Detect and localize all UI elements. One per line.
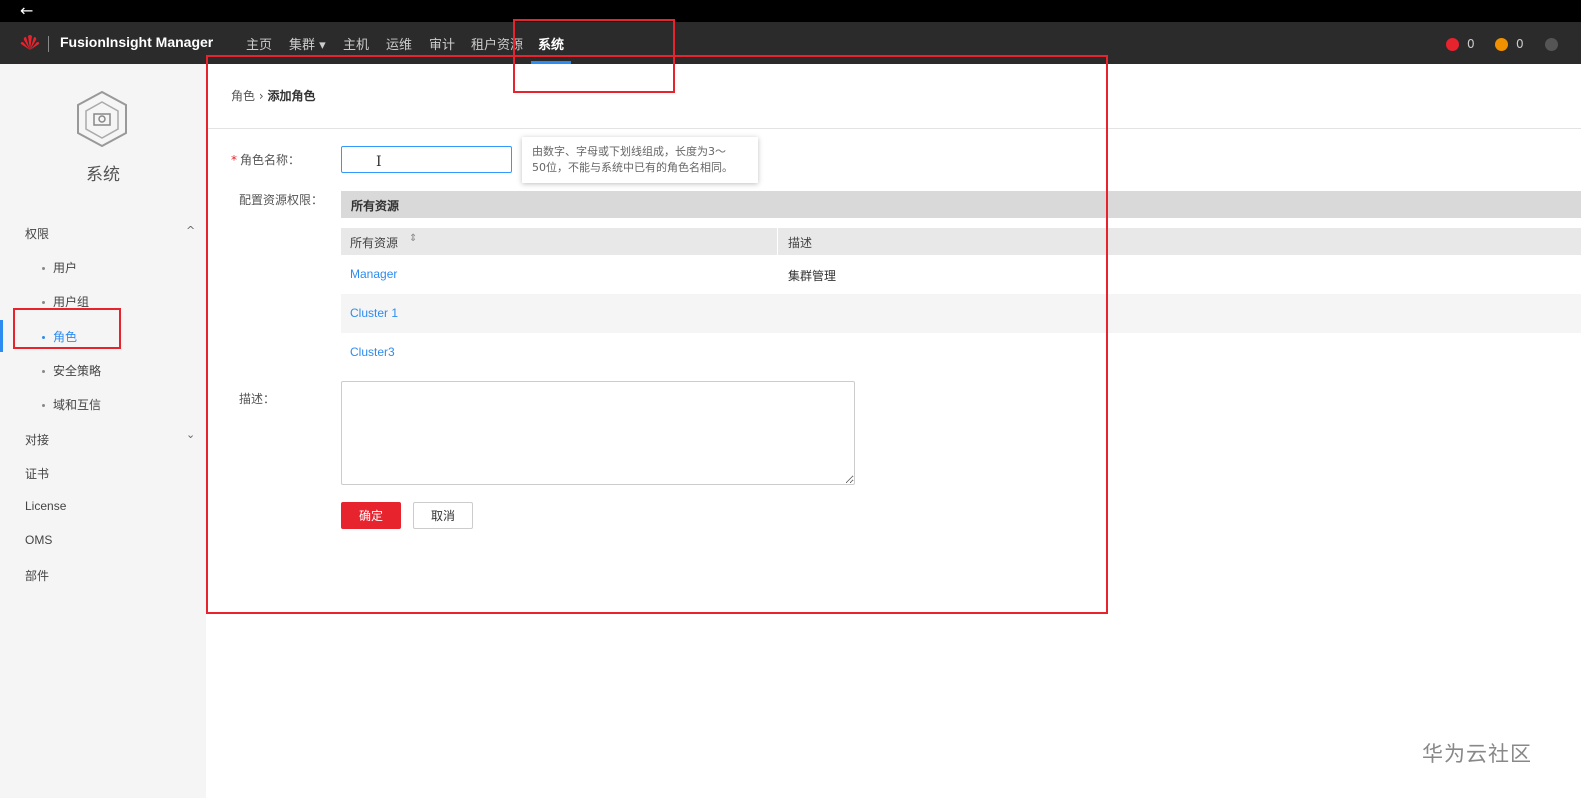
sidebar-item-security-policy[interactable]: 安全策略 bbox=[42, 362, 101, 379]
video-top-bar: ← bbox=[0, 0, 1581, 22]
confirm-button[interactable]: 确定 bbox=[341, 502, 401, 529]
sidebar-item-label: 安全策略 bbox=[53, 364, 102, 378]
sidebar-group-permissions[interactable]: 权限 bbox=[25, 225, 49, 242]
breadcrumb: 角色 › 添加角色 bbox=[231, 87, 316, 104]
tooltip-line: 由数字、字母或下划线组成，长度为3～ bbox=[532, 145, 726, 158]
nav-system[interactable]: 系统 bbox=[538, 34, 564, 53]
chevron-down-icon[interactable]: ⌄ bbox=[186, 428, 195, 441]
column-divider bbox=[777, 228, 778, 255]
critical-alarm-count: 0 bbox=[1467, 37, 1475, 51]
role-name-label-text: 角色名称： bbox=[240, 153, 301, 167]
sidebar-item-user-groups[interactable]: 用户组 bbox=[42, 293, 89, 310]
info-alarm-icon[interactable] bbox=[1545, 38, 1558, 51]
major-alarm-counter[interactable]: 0 bbox=[1495, 37, 1524, 51]
table-header: 所有资源 ⇕ 描述 bbox=[341, 228, 1581, 255]
description-label: 描述： bbox=[239, 392, 276, 406]
role-name-input[interactable] bbox=[341, 146, 512, 173]
resource-link-manager[interactable]: Manager bbox=[350, 267, 397, 281]
app-title: FusionInsight Manager bbox=[60, 34, 214, 50]
cancel-button[interactable]: 取消 bbox=[413, 502, 473, 529]
major-alarm-count: 0 bbox=[1516, 37, 1524, 51]
logo-divider bbox=[48, 36, 49, 52]
back-arrow-icon[interactable]: ← bbox=[20, 3, 33, 19]
permission-label: 配置资源权限： bbox=[239, 193, 324, 207]
huawei-logo-icon bbox=[20, 35, 40, 50]
sidebar-group-integration[interactable]: 对接 bbox=[25, 431, 49, 448]
nav-tenant-resources[interactable]: 租户资源 bbox=[471, 34, 523, 53]
tooltip-line: 50位，不能与系统中已有的角色名相同。 bbox=[532, 161, 733, 174]
nav-audit[interactable]: 审计 bbox=[429, 34, 455, 53]
sort-icon[interactable]: ⇕ bbox=[409, 233, 417, 244]
sidebar-group-certificates[interactable]: 证书 bbox=[25, 465, 49, 482]
table-row[interactable]: Cluster3 bbox=[341, 333, 1581, 372]
nav-active-indicator bbox=[531, 61, 571, 64]
sidebar-title: 系统 bbox=[86, 165, 120, 185]
resource-link-cluster1[interactable]: Cluster 1 bbox=[350, 306, 398, 320]
bullet-icon bbox=[42, 404, 45, 407]
column-header-resource[interactable]: 所有资源 bbox=[350, 234, 398, 251]
sidebar-item-domain-trust[interactable]: 域和互信 bbox=[42, 396, 101, 413]
role-name-tooltip: 由数字、字母或下划线组成，长度为3～ 50位，不能与系统中已有的角色名相同。 bbox=[522, 137, 758, 183]
bullet-icon bbox=[42, 370, 45, 373]
sidebar-item-roles[interactable]: 角色 bbox=[42, 328, 77, 345]
text-cursor-icon: I bbox=[376, 154, 382, 170]
resource-link-cluster3[interactable]: Cluster3 bbox=[350, 345, 395, 359]
critical-alarm-counter[interactable]: 0 bbox=[1446, 37, 1475, 51]
breadcrumb-separator: › bbox=[258, 89, 264, 103]
sidebar: 系统 权限 ^ 用户 用户组 角色 安全策略 域和互信 对接 ⌄ 证书 Lice… bbox=[0, 64, 206, 798]
table-row[interactable]: Cluster 1 bbox=[341, 294, 1581, 333]
nav-host[interactable]: 主机 bbox=[343, 34, 369, 53]
breadcrumb-parent[interactable]: 角色 bbox=[231, 89, 255, 103]
all-resources-header: 所有资源 bbox=[341, 191, 1581, 218]
critical-alarm-icon bbox=[1446, 37, 1459, 51]
sidebar-item-label: 角色 bbox=[53, 330, 78, 344]
top-navigation-bar: FusionInsight Manager 主页 集群 ▾ 主机 运维 审计 租… bbox=[0, 22, 1581, 64]
table-row[interactable]: Manager 集群管理 bbox=[341, 255, 1581, 294]
watermark-text: 华为云社区 bbox=[1422, 742, 1532, 766]
chevron-up-icon[interactable]: ^ bbox=[186, 224, 195, 237]
sidebar-item-label: 域和互信 bbox=[53, 398, 102, 412]
sidebar-group-license[interactable]: License bbox=[25, 499, 66, 513]
sidebar-group-components[interactable]: 部件 bbox=[25, 567, 49, 584]
sidebar-item-label: 用户组 bbox=[53, 295, 90, 309]
header-divider bbox=[208, 128, 1581, 129]
bullet-icon bbox=[42, 301, 45, 304]
sidebar-item-users[interactable]: 用户 bbox=[42, 259, 77, 276]
nav-home[interactable]: 主页 bbox=[246, 34, 272, 53]
resource-description: 集群管理 bbox=[788, 269, 837, 283]
breadcrumb-current: 添加角色 bbox=[267, 89, 316, 103]
role-name-label: * 角色名称： bbox=[231, 151, 300, 168]
sidebar-active-indicator bbox=[0, 320, 3, 352]
description-textarea[interactable] bbox=[341, 381, 855, 485]
system-settings-icon bbox=[77, 90, 127, 148]
column-header-description: 描述 bbox=[788, 236, 813, 250]
sidebar-group-oms[interactable]: OMS bbox=[25, 533, 52, 547]
nav-ops[interactable]: 运维 bbox=[386, 34, 412, 53]
major-alarm-icon bbox=[1495, 37, 1508, 51]
nav-cluster[interactable]: 集群 ▾ bbox=[289, 34, 326, 53]
bullet-icon bbox=[42, 336, 45, 339]
required-mark: * bbox=[231, 153, 237, 167]
sidebar-item-label: 用户 bbox=[53, 261, 78, 275]
bullet-icon bbox=[42, 267, 45, 270]
